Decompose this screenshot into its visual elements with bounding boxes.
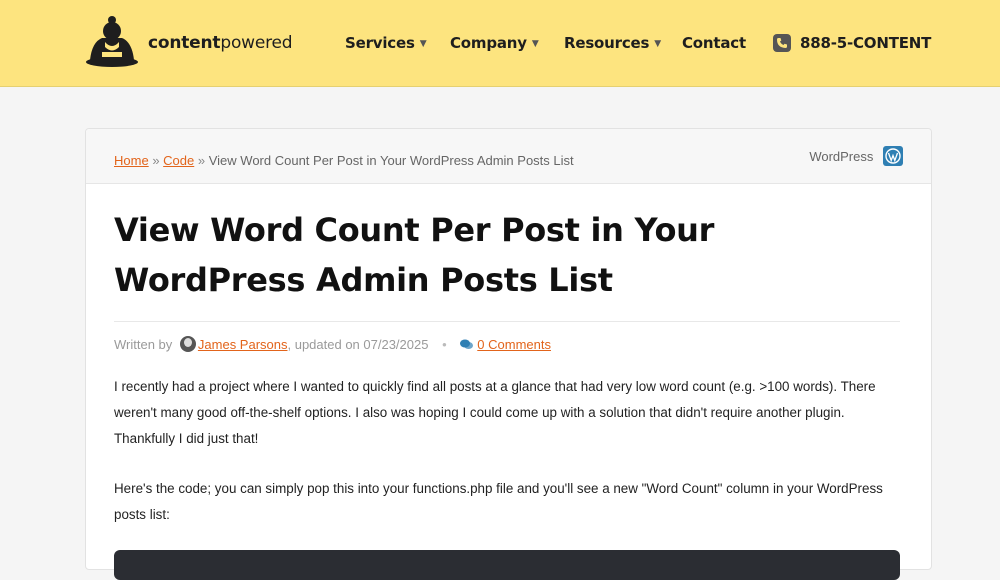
site-header: contentpowered Services ▼ Company ▼ Resour… bbox=[0, 0, 1000, 87]
nav-company[interactable]: Company ▼ bbox=[450, 34, 539, 52]
meta-separator: • bbox=[442, 337, 447, 352]
author-avatar bbox=[179, 336, 196, 352]
article-paragraph: Here's the code; you can simply pop this… bbox=[114, 481, 883, 522]
comments-link[interactable]: 0 Comments bbox=[477, 337, 551, 352]
phone-icon[interactable] bbox=[773, 34, 791, 52]
nav-contact[interactable]: Contact bbox=[682, 34, 746, 52]
breadcrumb-bar: Home » Code » View Word Count Per Post i… bbox=[86, 129, 931, 184]
breadcrumb-separator: » bbox=[152, 153, 160, 168]
breadcrumb-home-link[interactable]: Home bbox=[114, 153, 149, 168]
category-label: WordPress bbox=[809, 149, 874, 164]
chevron-down-icon: ▼ bbox=[531, 39, 539, 49]
breadcrumb-code-link[interactable]: Code bbox=[163, 153, 194, 168]
chevron-down-icon: ▼ bbox=[654, 39, 661, 49]
nav-resources[interactable]: Resources ▼ bbox=[564, 34, 661, 52]
author-link[interactable]: James Parsons bbox=[198, 337, 288, 352]
brand-name[interactable]: contentpowered bbox=[148, 33, 293, 53]
sumo-logo-icon[interactable] bbox=[84, 14, 140, 70]
article-meta: Written by James Parsons, updated on 07/… bbox=[114, 336, 551, 352]
breadcrumb: Home » Code » View Word Count Per Post i… bbox=[114, 153, 574, 168]
wordpress-icon bbox=[883, 146, 903, 166]
divider bbox=[114, 321, 900, 322]
nav-services[interactable]: Services ▼ bbox=[345, 34, 427, 52]
category-tag[interactable]: WordPress bbox=[809, 146, 903, 166]
written-by-label: Written by bbox=[114, 337, 173, 352]
updated-date: , updated on 07/23/2025 bbox=[287, 337, 429, 352]
breadcrumb-current: View Word Count Per Post in Your WordPre… bbox=[208, 153, 574, 168]
phone-number-link[interactable]: 888-5-CONTENT bbox=[800, 34, 931, 52]
comments-icon bbox=[460, 339, 474, 349]
chevron-down-icon: ▼ bbox=[419, 39, 427, 49]
page-title: View Word Count Per Post in Your WordPre… bbox=[114, 211, 715, 299]
code-block[interactable] bbox=[114, 550, 900, 580]
breadcrumb-separator: » bbox=[197, 153, 206, 168]
article-paragraph: I recently had a project where I wanted … bbox=[114, 379, 876, 446]
